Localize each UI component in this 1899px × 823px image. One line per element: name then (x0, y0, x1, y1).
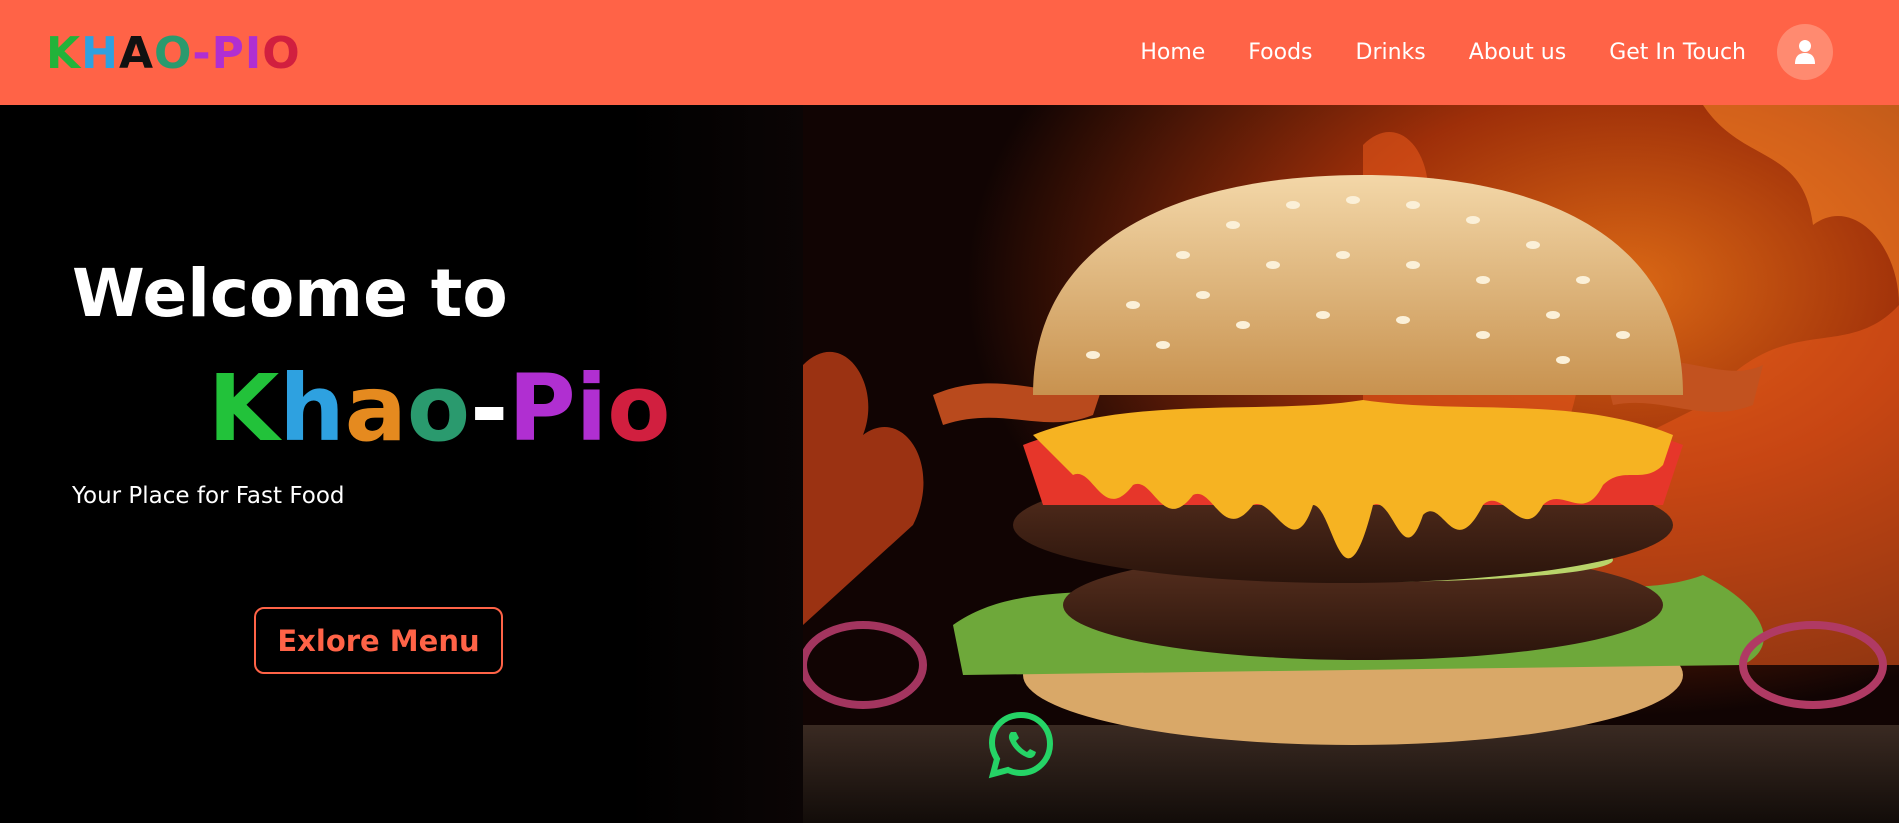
brand-letter: o (607, 355, 671, 462)
logo-letter: - (192, 28, 212, 79)
nav-about-us[interactable]: About us (1469, 40, 1566, 65)
brand-letter: - (470, 355, 509, 462)
nav-drinks[interactable]: Drinks (1356, 40, 1426, 65)
brand-letter: P (508, 355, 576, 462)
user-account-button[interactable] (1777, 24, 1833, 80)
site-logo[interactable]: K H A O - P I O (46, 28, 301, 79)
nav-foods[interactable]: Foods (1248, 40, 1312, 65)
logo-letter: H (81, 28, 119, 79)
logo-letter: P (211, 28, 245, 79)
main-nav: Home Foods Drinks About us Get In Touch (1140, 24, 1833, 80)
explore-menu-button[interactable]: Exlore Menu (254, 607, 503, 674)
brand-letter: a (344, 355, 407, 462)
whatsapp-icon (988, 711, 1054, 779)
logo-letter: I (244, 28, 263, 79)
burger-photo (803, 105, 1899, 823)
brand-name: K h a o - P i o (208, 355, 671, 462)
nav-get-in-touch[interactable]: Get In Touch (1609, 40, 1746, 65)
nav-home[interactable]: Home (1140, 40, 1205, 65)
welcome-heading: Welcome to (72, 255, 508, 332)
brand-letter: i (575, 355, 608, 462)
user-icon (1795, 40, 1815, 64)
logo-letter: K (46, 28, 82, 79)
logo-letter: A (118, 28, 154, 79)
whatsapp-button[interactable] (986, 710, 1056, 780)
hero-section: Welcome to K h a o - P i o Your Place fo… (0, 105, 1899, 823)
logo-letter: O (262, 28, 301, 79)
hero-tagline: Your Place for Fast Food (72, 483, 345, 509)
logo-letter: O (154, 28, 193, 79)
site-header: K H A O - P I O Home Foods Drinks About … (0, 0, 1899, 105)
brand-letter: h (279, 355, 345, 462)
brand-letter: o (406, 355, 471, 462)
hero-text-panel: Welcome to K h a o - P i o Your Place fo… (0, 105, 803, 823)
brand-letter: K (208, 355, 280, 462)
